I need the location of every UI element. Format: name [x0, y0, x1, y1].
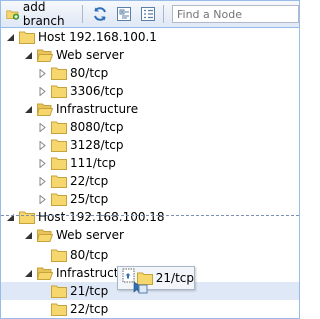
expanded-arrow-icon[interactable]	[24, 231, 33, 240]
refresh-button[interactable]	[89, 3, 111, 25]
tree-node-label: Infrastructure	[56, 102, 139, 116]
folder-icon	[51, 139, 67, 152]
drag-proxy-label: 21/tcp	[155, 271, 194, 285]
expanded-arrow-icon[interactable]	[6, 33, 15, 42]
add-branch-label: add branch	[22, 0, 65, 28]
tree-node-label: 80/tcp	[70, 66, 109, 80]
tree-node[interactable]: Web server	[1, 46, 299, 64]
folder-icon	[19, 31, 35, 44]
folder-icon	[51, 285, 67, 298]
toolbar: add branch	[1, 0, 299, 28]
add-folder-icon	[6, 10, 20, 20]
add-branch-button[interactable]: add branch	[3, 0, 78, 28]
tree-node[interactable]: 80/tcp	[1, 246, 299, 264]
expanded-arrow-icon[interactable]	[24, 51, 33, 60]
tree-node-label: 22/tcp	[70, 174, 109, 188]
open-folder-icon	[37, 229, 53, 242]
expanded-arrow-icon[interactable]	[24, 269, 33, 278]
tree-node[interactable]: 22/tcp	[1, 172, 299, 190]
toolbar-separator	[82, 5, 84, 23]
refresh-icon	[94, 7, 107, 21]
open-folder-icon	[37, 267, 53, 280]
tree-node-label: 111/tcp	[70, 156, 116, 170]
folder-icon	[51, 67, 67, 80]
tree-node[interactable]: Infrastructure	[1, 100, 299, 118]
toolbar-separator	[163, 5, 164, 23]
collapse-all-button[interactable]	[137, 3, 159, 25]
folder-icon	[51, 303, 67, 316]
folder-icon	[19, 211, 35, 224]
tree-node[interactable]: 8080/tcp	[1, 118, 299, 136]
tree-node[interactable]: 3128/tcp	[1, 136, 299, 154]
expanded-arrow-icon[interactable]	[24, 105, 33, 114]
folder-icon	[51, 249, 67, 262]
tree-node[interactable]: 111/tcp	[1, 154, 299, 172]
collapsed-arrow-icon[interactable]	[38, 194, 47, 204]
leaf-spacer	[38, 287, 47, 296]
tree-node[interactable]: Web server	[1, 226, 299, 244]
find-node-input[interactable]	[172, 5, 299, 23]
leaf-spacer	[38, 305, 47, 314]
tree-node[interactable]: Host 192.168.100.18	[1, 208, 299, 226]
tree-node-label: Web server	[56, 48, 124, 62]
folder-icon	[51, 85, 67, 98]
collapsed-arrow-icon[interactable]	[38, 122, 47, 132]
expanded-arrow-icon[interactable]	[6, 213, 15, 222]
expand-all-icon	[117, 7, 132, 21]
tree-node-label: 8080/tcp	[70, 120, 124, 134]
tree-node[interactable]: 22/tcp	[1, 300, 299, 318]
open-folder-icon	[37, 103, 53, 116]
collapsed-arrow-icon[interactable]	[38, 176, 47, 186]
drag-cursor-icon	[122, 268, 148, 294]
tree-node-label: 80/tcp	[70, 248, 109, 262]
tree-node-label: Host 192.168.100.18	[38, 210, 165, 224]
tree-node-label: Web server	[56, 228, 124, 242]
collapsed-arrow-icon[interactable]	[38, 140, 47, 150]
folder-icon	[51, 121, 67, 134]
tree-node[interactable]: 80/tcp	[1, 64, 299, 82]
folder-icon	[51, 193, 67, 206]
collapse-all-icon	[141, 7, 156, 21]
leaf-spacer	[38, 251, 47, 260]
tree-node-label: 22/tcp	[70, 302, 109, 316]
drop-indicator-line	[1, 215, 299, 216]
collapsed-arrow-icon[interactable]	[38, 158, 47, 168]
tree-node-label: Host 192.168.100.1	[38, 30, 157, 44]
tree-node[interactable]: Host 192.168.100.1	[1, 28, 299, 46]
tree-node[interactable]: 25/tcp	[1, 190, 299, 208]
folder-icon	[51, 157, 67, 170]
tree-node-label: 21/tcp	[70, 284, 109, 298]
tree-node-label: 3128/tcp	[70, 138, 124, 152]
tree-node-label: 3306/tcp	[70, 84, 124, 98]
expand-all-button[interactable]	[113, 3, 135, 25]
collapsed-arrow-icon[interactable]	[38, 68, 47, 78]
tree-node-label: 25/tcp	[70, 192, 109, 206]
open-folder-icon	[37, 49, 53, 62]
folder-icon	[51, 175, 67, 188]
tree-node[interactable]: 3306/tcp	[1, 82, 299, 100]
collapsed-arrow-icon[interactable]	[38, 86, 47, 96]
